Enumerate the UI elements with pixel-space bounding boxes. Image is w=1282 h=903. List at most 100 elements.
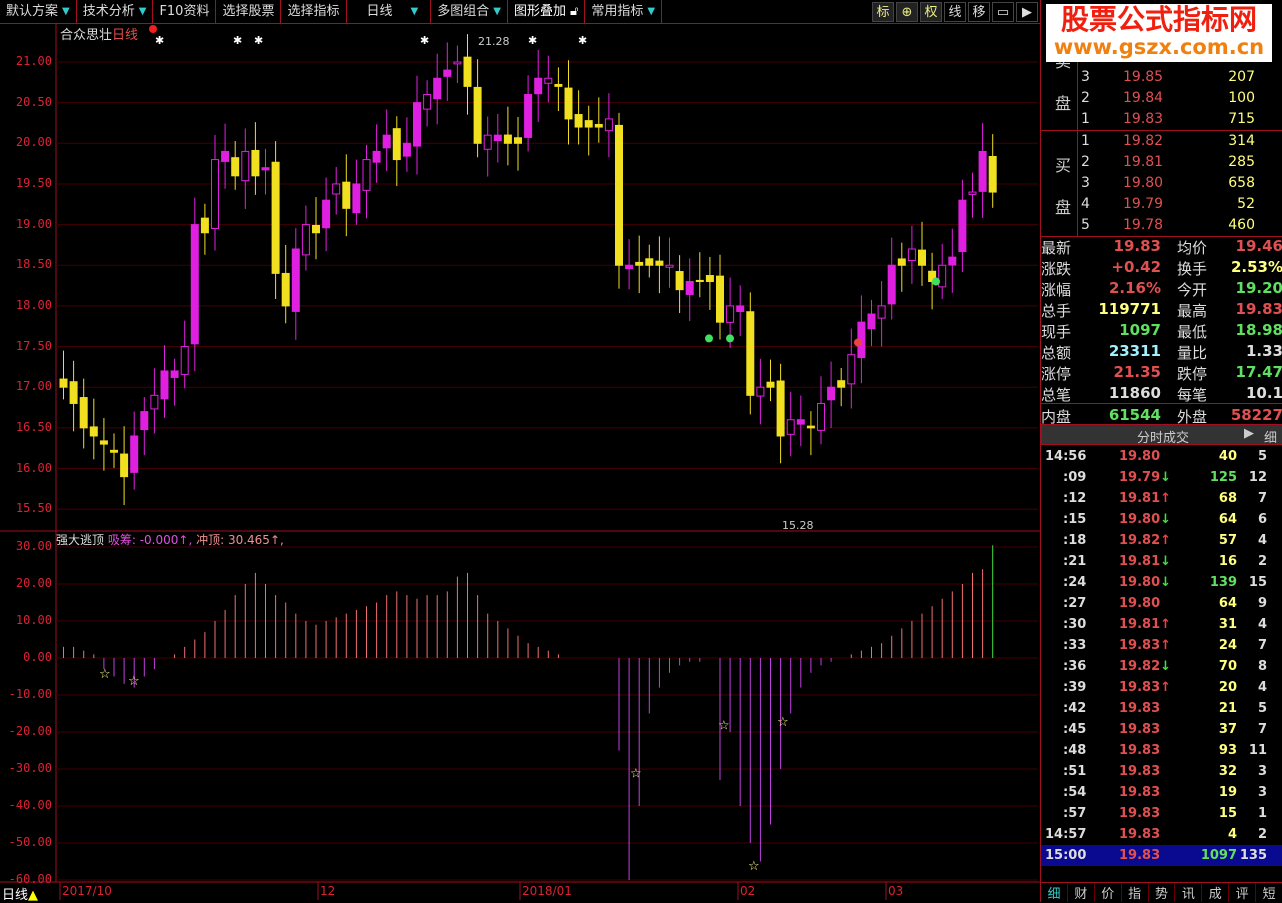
candle-body: [594, 123, 603, 128]
buy-signal-dot: [705, 334, 713, 343]
bottom-tab[interactable]: 细: [1041, 883, 1068, 902]
chart-area[interactable]: ☆ ☆ ☆ ☆ ☆ ☆ ✱ ✱ ✱ ✱ ✱ ✱ 合众思壮日线 21.28 15.28 强大逃顶 吸筹:…: [0, 24, 1040, 903]
stock-name: 合众思壮: [60, 28, 113, 43]
star-signal-icon: ☆: [718, 719, 730, 734]
tick-row[interactable]: :12 19.81↑ 68 7: [1041, 488, 1282, 509]
buy-level-row[interactable]: 2 19.81 285: [1041, 152, 1282, 173]
tick-row[interactable]: :30 19.81↑ 31 4: [1041, 614, 1282, 635]
tick-row[interactable]: :39 19.83↑ 20 4: [1041, 677, 1282, 698]
indicator-tick-label: 10.00: [15, 613, 52, 627]
candle-body: [726, 305, 735, 323]
asterisk-marker-icon: ✱: [528, 34, 537, 47]
bottom-tab[interactable]: 财: [1068, 883, 1095, 902]
tick-row[interactable]: :21 19.81↓ 16 2: [1041, 551, 1282, 572]
candle-body: [120, 453, 129, 478]
bottom-tab[interactable]: 指: [1122, 883, 1149, 902]
buy-level-row[interactable]: 4 19.79 52: [1041, 194, 1282, 215]
tick-row[interactable]: :36 19.82↓ 70 8: [1041, 656, 1282, 677]
candle-body: [524, 94, 533, 138]
candle-body: [938, 264, 947, 288]
select-stock-button[interactable]: 选择股票: [216, 0, 282, 23]
buy-level-row[interactable]: 3 19.80 658: [1041, 173, 1282, 194]
lock-icon[interactable]: 🔓︎: [570, 0, 578, 23]
tick-row[interactable]: :09 19.79↓ 125 12: [1041, 467, 1282, 488]
y-tick-label: 19.00: [15, 216, 52, 231]
crosshair-button[interactable]: ⊕: [896, 2, 918, 22]
candle-body: [544, 77, 553, 84]
tech-analysis-menu[interactable]: 技术分析 ▼: [77, 0, 154, 23]
bottom-tab[interactable]: 成: [1202, 883, 1230, 902]
bottom-tab[interactable]: 短: [1256, 883, 1282, 902]
period-menu[interactable]: 日线 ▼: [347, 0, 432, 23]
candle-body: [705, 275, 714, 283]
candle-body: [402, 142, 411, 157]
mark-button[interactable]: 标: [872, 2, 894, 22]
stat-row: 涨幅 2.16% 今开 19.20: [1041, 279, 1282, 299]
f10-button[interactable]: F10资料: [153, 0, 217, 23]
indicator-line1: 吸筹: -0.000↑,: [107, 533, 193, 547]
bottom-tab[interactable]: 讯: [1175, 883, 1203, 902]
candle-body: [59, 378, 68, 388]
overlay-button[interactable]: 图形叠加 🔓︎: [508, 0, 586, 23]
dropdown-arrow-icon[interactable]: ▼: [411, 0, 419, 23]
select-indicator-button[interactable]: 选择指标: [281, 0, 347, 23]
candle-body: [918, 249, 926, 266]
candle-body: [887, 264, 896, 305]
tick-row[interactable]: :57 19.83 15 1: [1041, 803, 1282, 824]
line-button[interactable]: 线: [944, 2, 966, 22]
detail-button[interactable]: 细: [1264, 427, 1277, 446]
scheme-menu[interactable]: 默认方案 ▼: [0, 0, 77, 23]
tick-row[interactable]: :42 19.83 21 5: [1041, 698, 1282, 719]
star-signal-icon: ☆: [99, 667, 111, 682]
candle-body: [786, 419, 795, 435]
indicator-name: 强大逃顶: [56, 533, 105, 547]
candle-body: [907, 248, 916, 261]
dropdown-arrow-icon[interactable]: ▼: [493, 0, 501, 23]
tick-row[interactable]: :15 19.80↓ 64 6: [1041, 509, 1282, 530]
tick-row[interactable]: :51 19.83 32 3: [1041, 761, 1282, 782]
tick-row[interactable]: :18 19.82↑ 57 4: [1041, 530, 1282, 551]
tick-row[interactable]: :33 19.83↑ 24 7: [1041, 635, 1282, 656]
dropdown-arrow-icon[interactable]: ▼: [62, 0, 70, 23]
maximize-icon[interactable]: ▭: [992, 2, 1014, 22]
tick-row[interactable]: :24 19.80↓ 139 15: [1041, 572, 1282, 593]
multi-chart-menu[interactable]: 多图组合 ▼: [431, 0, 508, 23]
star-signal-icon: ☆: [128, 674, 140, 689]
rights-button[interactable]: 权: [920, 2, 942, 22]
indicator-tick-label: -10.00: [8, 687, 52, 701]
indicator-tick-label: 20.00: [15, 576, 52, 590]
tick-row[interactable]: :54 19.83 19 3: [1041, 782, 1282, 803]
buy-level-row[interactable]: 5 19.78 460: [1041, 215, 1282, 236]
candle-body: [271, 161, 280, 274]
bottom-tab[interactable]: 势: [1149, 883, 1176, 902]
play-icon[interactable]: ▶: [1244, 426, 1254, 441]
tick-row[interactable]: :48 19.83 93 11: [1041, 740, 1282, 761]
bottom-tab[interactable]: 价: [1095, 883, 1122, 902]
tick-row[interactable]: 15:00 19.83 1097 135: [1041, 845, 1282, 866]
bottom-tab[interactable]: 评: [1229, 883, 1257, 902]
tick-row[interactable]: 14:56 19.80 40 5: [1041, 446, 1282, 467]
candle-body: [251, 149, 260, 177]
candle-body: [463, 56, 472, 87]
dropdown-arrow-icon[interactable]: ▼: [139, 0, 147, 23]
common-indicator-menu[interactable]: 常用指标 ▼: [585, 0, 663, 23]
tick-row[interactable]: :27 19.80 64 9: [1041, 593, 1282, 614]
expand-right-icon[interactable]: ▶: [1016, 2, 1038, 22]
tick-row[interactable]: 14:57 19.83 4 2: [1041, 824, 1282, 845]
chart-svg: ☆ ☆ ☆ ☆ ☆ ☆ ✱ ✱ ✱ ✱ ✱ ✱: [0, 24, 1040, 900]
triangle-up-icon[interactable]: ▲: [28, 888, 38, 903]
ticks-title: 分时成交: [1137, 431, 1190, 446]
candle-body: [776, 380, 785, 437]
indicator-tick-label: -30.00: [8, 761, 52, 775]
candle-body: [160, 370, 169, 400]
buy-level-row[interactable]: 1 19.82 314: [1041, 131, 1282, 152]
main-panel-title: 合众思壮日线: [60, 24, 138, 43]
candle-body: [261, 167, 270, 171]
stat-row: 涨停 21.35 跌停 17.47: [1041, 363, 1282, 383]
candle-body: [695, 279, 704, 283]
tick-row[interactable]: :45 19.83 37 7: [1041, 719, 1282, 740]
move-button[interactable]: 移: [968, 2, 990, 22]
star-signal-icon: ☆: [777, 715, 789, 730]
candle-body: [514, 137, 522, 144]
dropdown-arrow-icon[interactable]: ▼: [647, 0, 655, 23]
